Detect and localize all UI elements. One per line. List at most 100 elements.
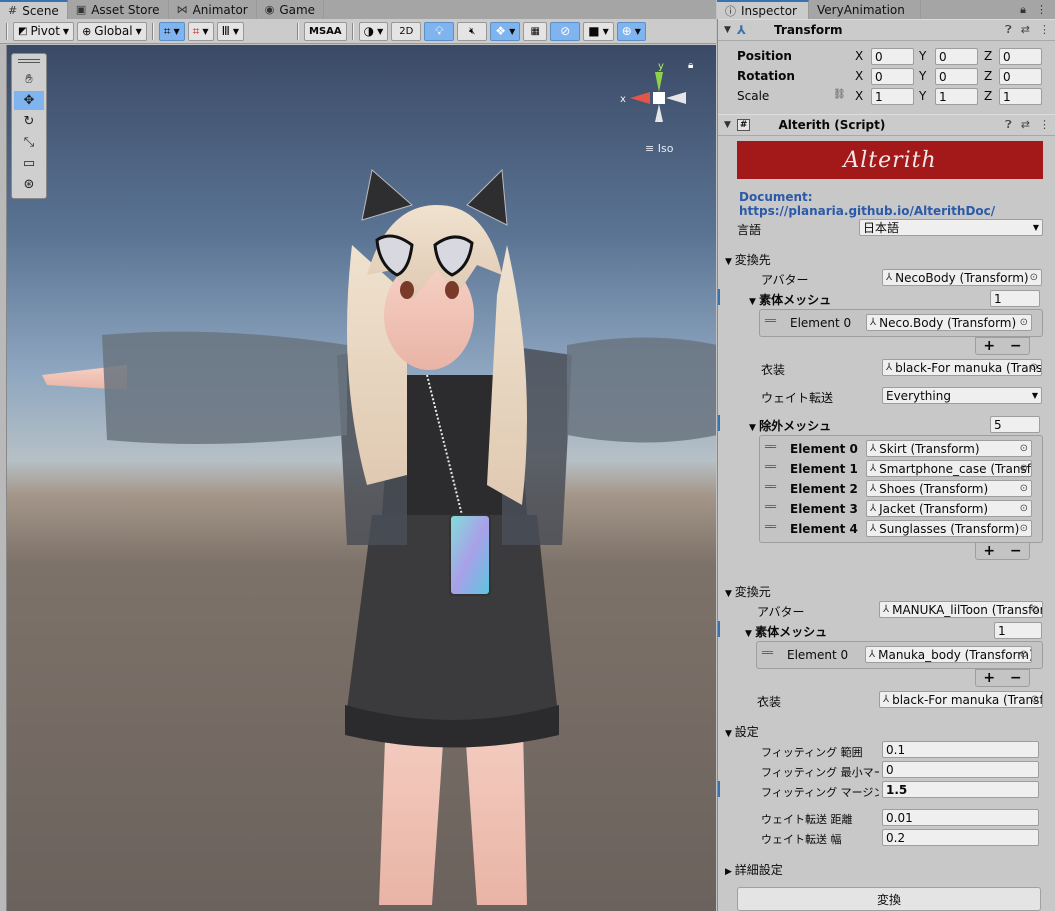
- help-icon[interactable]: ❓︎: [1005, 23, 1012, 37]
- more-icon[interactable]: ⋮: [1036, 3, 1047, 16]
- help-icon[interactable]: ❓︎: [1005, 118, 1012, 132]
- projection-label[interactable]: ≡ Iso: [645, 142, 673, 155]
- source-avatar-field[interactable]: ⅄MANUKA_lilToon (Transform)⊙: [879, 601, 1043, 618]
- add-element-button[interactable]: +: [983, 338, 995, 354]
- add-element-button[interactable]: +: [983, 543, 995, 559]
- object-picker-icon[interactable]: ⊙: [1020, 443, 1028, 454]
- more-icon[interactable]: ⋮: [1039, 118, 1050, 132]
- object-picker-icon[interactable]: ⊙: [1020, 649, 1028, 660]
- mode-2d-button[interactable]: 2D: [391, 21, 422, 41]
- target-body-mesh-element-0[interactable]: ⅄ Neco.Body (Transform) ⊙: [866, 314, 1032, 331]
- move-tool-icon[interactable]: ✥: [14, 91, 44, 110]
- more-icon[interactable]: ⋮: [1039, 23, 1050, 37]
- exclude-mesh-element-4[interactable]: ⅄ Sunglasses (Transform) ⊙: [866, 520, 1032, 537]
- exclude-mesh-element-1[interactable]: ⅄Smartphone_case (Transform)⊙: [866, 460, 1032, 477]
- hidden-objects-toggle[interactable]: ⊘: [550, 21, 581, 41]
- object-picker-icon[interactable]: ⊙: [1020, 317, 1028, 328]
- drag-handle-icon[interactable]: ══: [765, 316, 776, 327]
- lighting-toggle[interactable]: 💡︎: [424, 21, 455, 41]
- shading-dropdown[interactable]: ◑ ▼: [358, 21, 389, 41]
- object-picker-icon[interactable]: ⊙: [1020, 483, 1028, 494]
- weight-transfer-width-field[interactable]: 0.2: [882, 829, 1039, 846]
- target-avatar-field[interactable]: ⅄ NecoBody (Transform) ⊙: [882, 269, 1042, 286]
- camera-dropdown[interactable]: ■ ▼: [583, 21, 614, 41]
- global-dropdown[interactable]: ⊕ Global ▼: [77, 21, 147, 41]
- script-header[interactable]: ▼ # Alterith (Script) ❓︎ ⇄ ⋮: [718, 114, 1055, 136]
- object-picker-icon[interactable]: ⊙: [1020, 523, 1028, 534]
- palette-grip[interactable]: [18, 59, 40, 63]
- tab-game[interactable]: ◉ Game: [257, 0, 325, 19]
- effects-dropdown[interactable]: ❖ ▼: [490, 21, 521, 41]
- scale-x-field[interactable]: 1: [871, 88, 914, 105]
- object-picker-icon[interactable]: ⊙: [1031, 694, 1039, 705]
- source-body-mesh-count[interactable]: 1: [994, 622, 1042, 639]
- weight-transfer-dropdown[interactable]: Everything ▼: [882, 387, 1042, 404]
- rotation-z-field[interactable]: 0: [999, 68, 1042, 85]
- lock-icon[interactable]: 🔒︎: [1020, 3, 1026, 17]
- rotate-tool-icon[interactable]: ↻: [14, 112, 44, 131]
- exclude-mesh-header[interactable]: ▼ 除外メッシュ: [749, 417, 831, 434]
- object-picker-icon[interactable]: ⊙: [1030, 272, 1038, 283]
- rotation-y-field[interactable]: 0: [935, 68, 978, 85]
- increment-snap-toggle[interactable]: ⌗ ▼: [187, 21, 214, 41]
- drag-handle-icon[interactable]: ══: [765, 462, 776, 473]
- tab-inspector[interactable]: ⓘ Inspector: [717, 0, 809, 19]
- fitting-min-margin-field[interactable]: 0: [882, 761, 1039, 778]
- advanced-settings-header[interactable]: ▶ 詳細設定: [725, 861, 783, 878]
- target-body-mesh-count[interactable]: 1: [990, 290, 1040, 307]
- drag-handle-icon[interactable]: ══: [765, 522, 776, 533]
- transform-tool-icon[interactable]: ⊛: [14, 175, 44, 194]
- fitting-margin-field[interactable]: 1.5: [882, 781, 1039, 798]
- object-picker-icon[interactable]: ⊙: [1020, 503, 1028, 514]
- scale-tool-icon[interactable]: ⤡: [14, 133, 44, 152]
- ruler-toggle[interactable]: Ⅲ ▼: [216, 21, 245, 41]
- object-picker-icon[interactable]: ⊙: [1031, 604, 1039, 615]
- drag-handle-icon[interactable]: ══: [765, 482, 776, 493]
- remove-element-button[interactable]: −: [1010, 670, 1022, 686]
- source-costume-field[interactable]: ⅄black-For manuka (Transform)⊙: [879, 691, 1043, 708]
- object-picker-icon[interactable]: ⊙: [1020, 463, 1028, 474]
- msaa-button[interactable]: MSAA: [304, 21, 347, 41]
- gizmo-lock-icon[interactable]: 🔒︎: [688, 60, 693, 71]
- tab-scene[interactable]: # Scene: [0, 0, 68, 19]
- fitting-range-field[interactable]: 0.1: [882, 741, 1039, 758]
- scene-visibility-toggle[interactable]: ▦: [523, 21, 548, 41]
- rotation-x-field[interactable]: 0: [871, 68, 914, 85]
- settings-section-header[interactable]: ▼ 設定: [725, 723, 759, 740]
- object-picker-icon[interactable]: ⊙: [1030, 362, 1038, 373]
- weight-transfer-distance-field[interactable]: 0.01: [882, 809, 1039, 826]
- add-element-button[interactable]: +: [983, 670, 995, 686]
- drag-handle-icon[interactable]: ══: [765, 502, 776, 513]
- gizmos-dropdown[interactable]: ⊕ ▼: [616, 21, 646, 41]
- tab-animator[interactable]: ⋈ Animator: [169, 0, 257, 19]
- target-costume-field[interactable]: ⅄black-For manuka (Transform)⊙: [882, 359, 1042, 376]
- source-body-mesh-header[interactable]: ▼ 素体メッシュ: [745, 623, 827, 640]
- exclude-mesh-count[interactable]: 5: [990, 416, 1040, 433]
- preset-icon[interactable]: ⇄: [1021, 23, 1030, 37]
- audio-toggle[interactable]: 🔇︎: [457, 21, 488, 41]
- remove-element-button[interactable]: −: [1010, 338, 1022, 354]
- fold-arrow-icon[interactable]: ▼: [724, 25, 731, 35]
- scale-y-field[interactable]: 1: [935, 88, 978, 105]
- source-body-mesh-element-0[interactable]: ⅄ Manuka_body (Transform) ⊙: [865, 646, 1032, 663]
- target-section-header[interactable]: ▼ 変換先: [725, 251, 771, 268]
- language-dropdown[interactable]: 日本語 ▼: [859, 219, 1043, 236]
- drag-handle-icon[interactable]: ══: [762, 648, 773, 659]
- drag-handle-icon[interactable]: ══: [765, 442, 776, 453]
- document-link[interactable]: Document: https://planaria.github.io/Alt…: [739, 190, 1055, 218]
- exclude-mesh-element-0[interactable]: ⅄ Skirt (Transform) ⊙: [866, 440, 1032, 457]
- panel-menu[interactable]: 🔒︎ ⋮: [1020, 0, 1055, 19]
- scale-z-field[interactable]: 1: [999, 88, 1042, 105]
- hand-tool-icon[interactable]: ✋︎: [14, 70, 44, 89]
- scene-viewport[interactable]: [7, 45, 716, 911]
- fold-arrow-icon[interactable]: ▼: [724, 120, 731, 130]
- exclude-mesh-element-3[interactable]: ⅄ Jacket (Transform) ⊙: [866, 500, 1032, 517]
- position-y-field[interactable]: 0: [935, 48, 978, 65]
- rect-tool-icon[interactable]: ▭: [14, 154, 44, 173]
- exclude-mesh-element-2[interactable]: ⅄ Shoes (Transform) ⊙: [866, 480, 1032, 497]
- remove-element-button[interactable]: −: [1010, 543, 1022, 559]
- source-section-header[interactable]: ▼ 変換元: [725, 583, 771, 600]
- transform-header[interactable]: ▼ ⅄ Transform ❓︎ ⇄ ⋮: [718, 19, 1055, 41]
- pivot-dropdown[interactable]: ◩ Pivot ▼: [13, 21, 75, 41]
- convert-button[interactable]: 変換: [737, 887, 1041, 911]
